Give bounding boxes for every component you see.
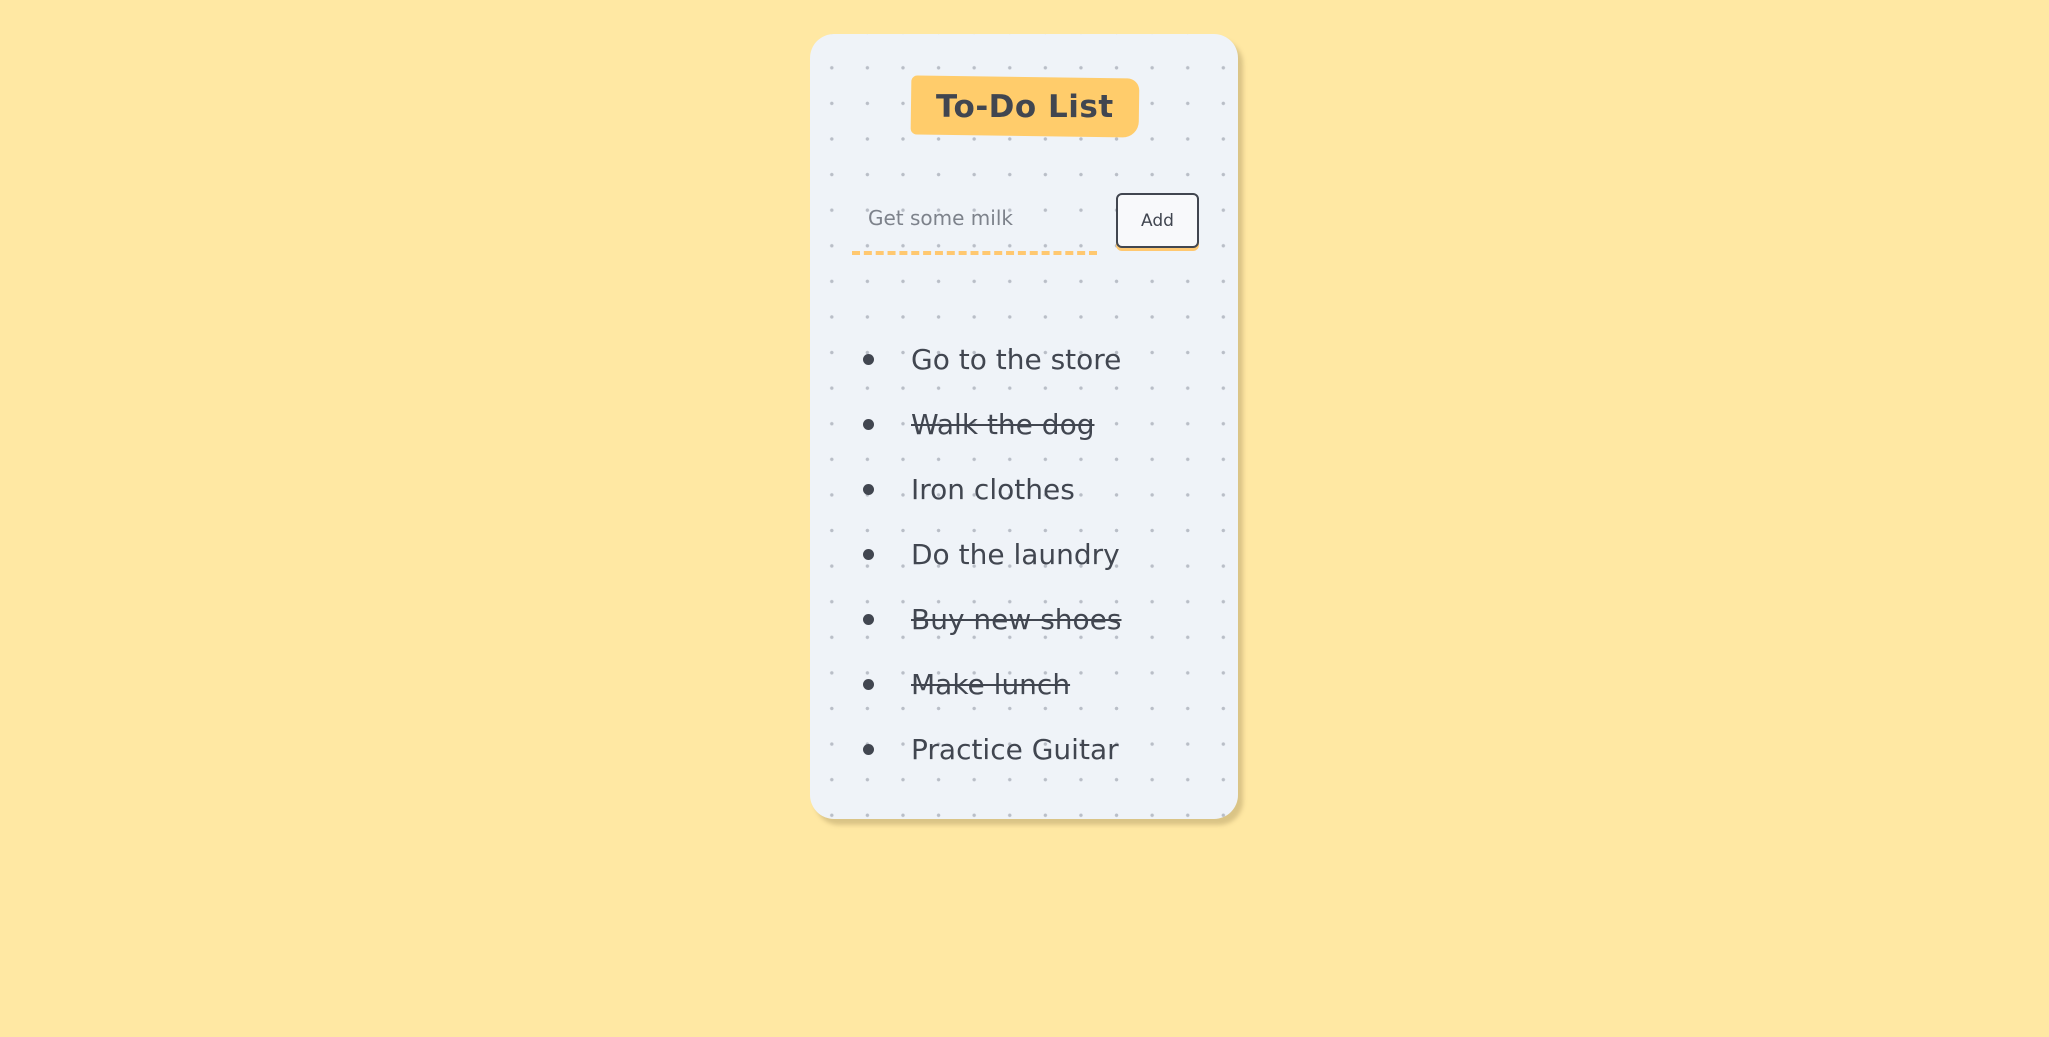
- task-label: Walk the dog: [911, 408, 1095, 441]
- task-item[interactable]: Practice Guitar: [855, 717, 1121, 782]
- bullet-icon: [863, 744, 874, 755]
- task-label: Practice Guitar: [911, 733, 1119, 766]
- task-label: Buy new shoes: [911, 603, 1122, 636]
- input-underline: [852, 251, 1097, 255]
- title-highlight: To-Do List: [910, 75, 1140, 138]
- bullet-icon: [863, 354, 874, 365]
- task-label: Iron clothes: [911, 473, 1075, 506]
- task-item[interactable]: Walk the dog: [855, 392, 1121, 457]
- task-label: Make lunch: [911, 668, 1071, 701]
- bullet-icon: [863, 614, 874, 625]
- task-list: Go to the store Walk the dog Iron clothe…: [855, 327, 1121, 782]
- add-button[interactable]: Add: [1116, 193, 1199, 248]
- bullet-icon: [863, 679, 874, 690]
- task-item[interactable]: Do the laundry: [855, 522, 1121, 587]
- bullet-icon: [863, 419, 874, 430]
- new-task-input[interactable]: [852, 195, 1097, 241]
- page-title: To-Do List: [936, 88, 1114, 125]
- bullet-icon: [863, 484, 874, 495]
- task-label: Go to the store: [911, 343, 1122, 376]
- task-item[interactable]: Buy new shoes: [855, 587, 1121, 652]
- bullet-icon: [863, 549, 874, 560]
- task-item[interactable]: Go to the store: [855, 327, 1121, 392]
- task-item[interactable]: Iron clothes: [855, 457, 1121, 522]
- todo-card: To-Do List Add Go to the store Walk the …: [810, 34, 1238, 819]
- task-item[interactable]: Make lunch: [855, 652, 1121, 717]
- task-label: Do the laundry: [911, 538, 1120, 571]
